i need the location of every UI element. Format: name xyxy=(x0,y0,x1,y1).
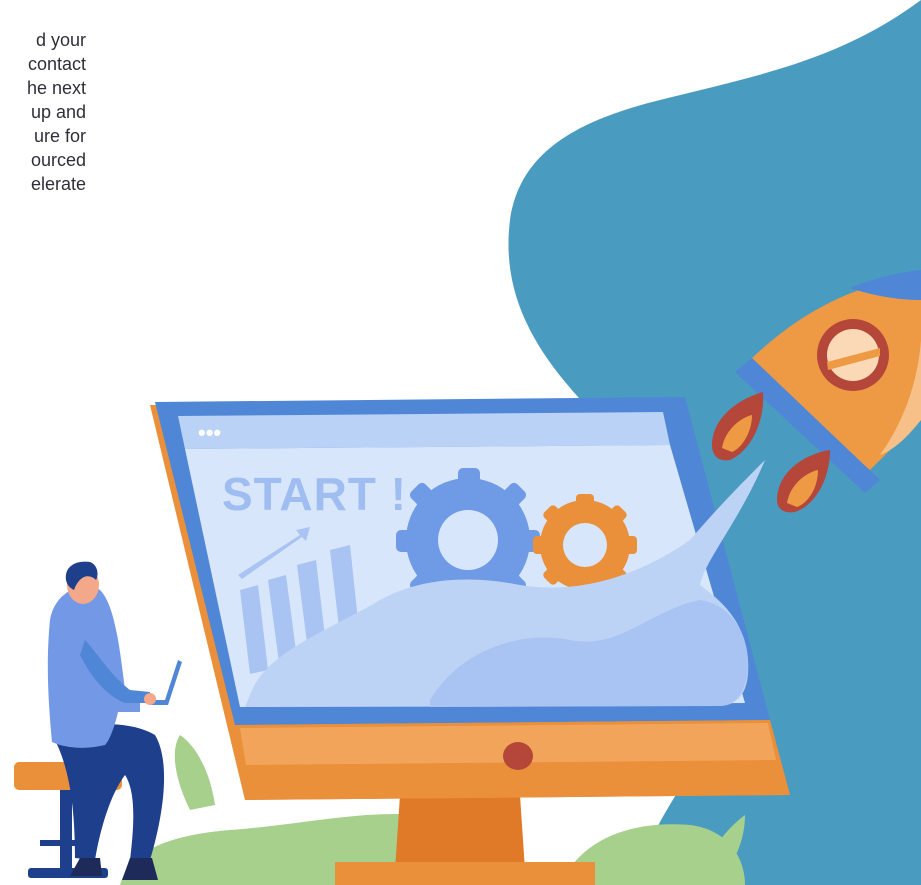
window-dots: ••• xyxy=(198,420,221,445)
screen-start-label: START ! xyxy=(222,468,407,520)
page: d your contact he next up and ure for ou… xyxy=(0,0,921,885)
startup-illustration: ••• START ! xyxy=(14,0,921,885)
